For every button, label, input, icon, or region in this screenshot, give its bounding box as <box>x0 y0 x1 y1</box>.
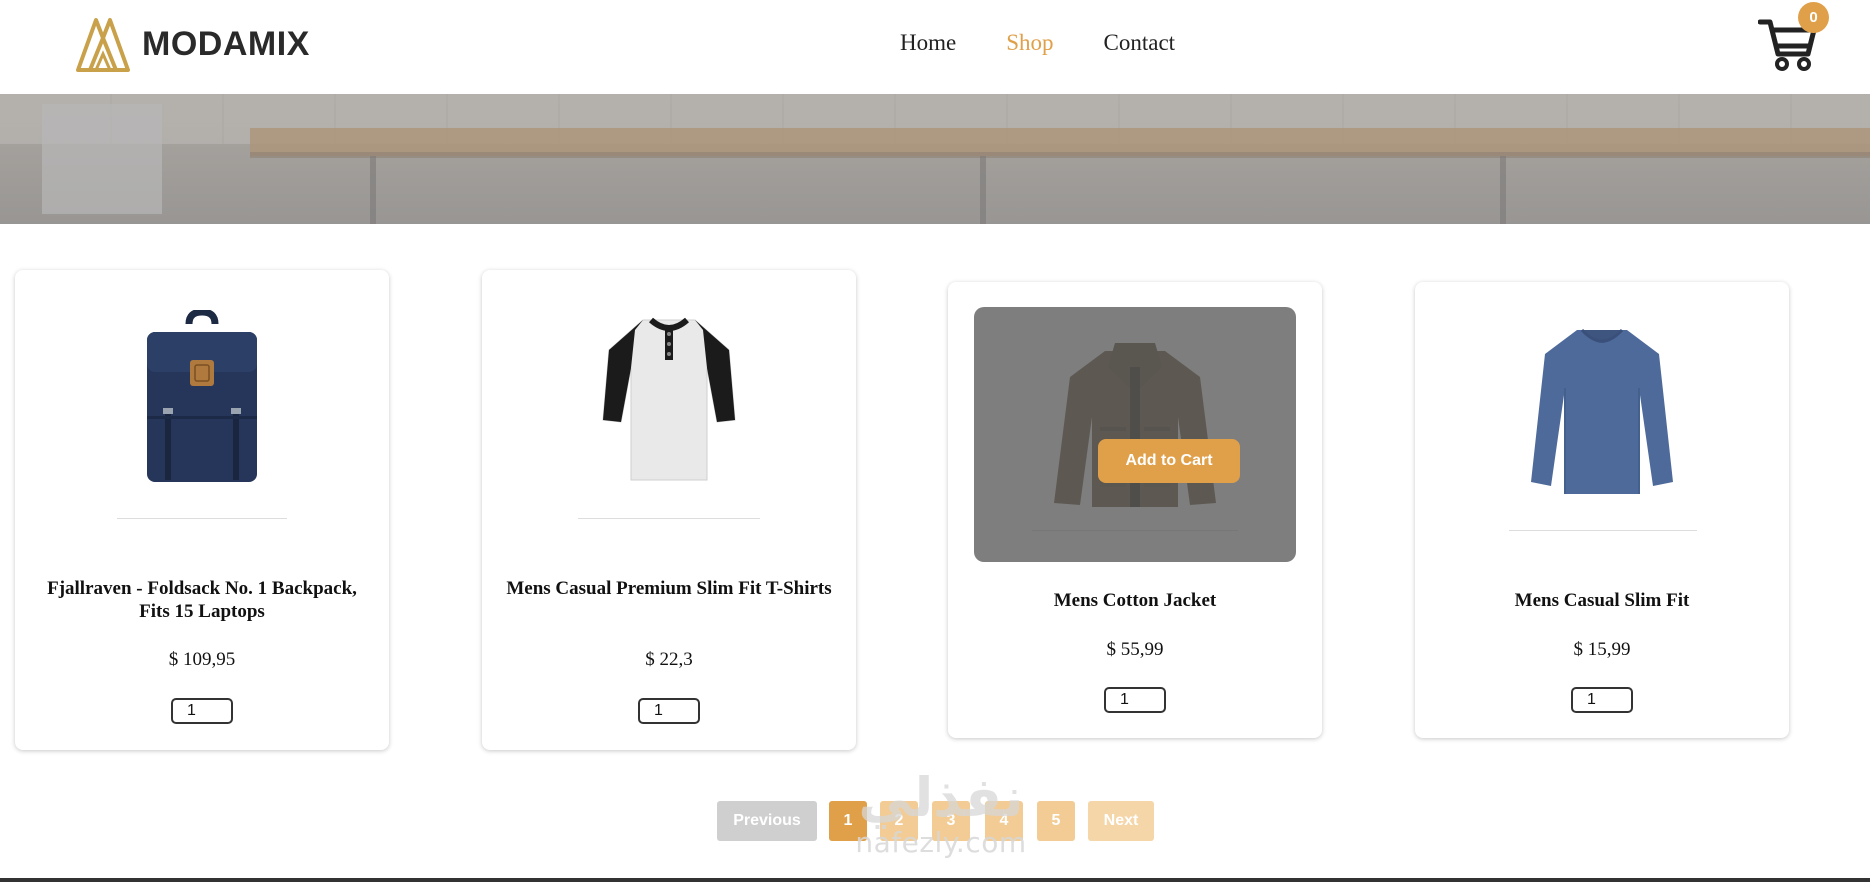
nav-home[interactable]: Home <box>900 30 956 56</box>
page-button-1[interactable]: 1 <box>829 801 867 841</box>
product-price: $ 15,99 <box>1573 639 1631 660</box>
previous-page-button[interactable]: Previous <box>717 801 817 841</box>
quantity-input[interactable] <box>1104 687 1166 713</box>
cart-count-badge: 0 <box>1798 2 1829 33</box>
footer-divider <box>0 878 1870 882</box>
product-card[interactable]: Add to Cart Mens Cotton Jacket $ 55,99 <box>948 282 1322 738</box>
add-to-cart-button[interactable]: Add to Cart <box>1098 439 1240 483</box>
product-title: Mens Cotton Jacket <box>1053 590 1217 611</box>
product-card[interactable]: Mens Casual Slim Fit $ 15,99 <box>1415 282 1789 738</box>
product-image <box>15 310 389 490</box>
product-image <box>482 310 856 490</box>
quantity-input[interactable] <box>1571 687 1633 713</box>
product-price: $ 55,99 <box>1106 639 1164 660</box>
page-button-5[interactable]: 5 <box>1037 801 1075 841</box>
product-title: Mens Casual Premium Slim Fit T-Shirts <box>506 578 832 599</box>
logo-text: MODAMIX <box>142 24 310 63</box>
product-title: Mens Casual Slim Fit <box>1514 590 1690 611</box>
product-image <box>1415 322 1789 502</box>
image-hover-overlay: Add to Cart <box>974 307 1296 562</box>
pagination: Previous 1 2 3 4 5 Next <box>0 801 1870 841</box>
product-price: $ 22,3 <box>645 649 693 670</box>
product-title: Fjallraven - Foldsack No. 1 Backpack, Fi… <box>47 578 357 622</box>
site-header: MODAMIX Home Shop Contact 0 <box>0 0 1870 94</box>
product-card[interactable]: Mens Casual Premium Slim Fit T-Shirts $ … <box>482 270 856 750</box>
nav-shop[interactable]: Shop <box>1006 30 1053 56</box>
page-button-4[interactable]: 4 <box>985 801 1023 841</box>
product-price: $ 109,95 <box>168 649 236 670</box>
hero-banner <box>0 94 1870 224</box>
backpack-icon <box>147 310 257 482</box>
logo-mark-icon <box>76 18 130 72</box>
longsleeve-icon <box>1531 328 1673 494</box>
quantity-input[interactable] <box>638 698 700 724</box>
next-page-button[interactable]: Next <box>1088 801 1154 841</box>
tshirt-icon <box>602 317 736 481</box>
product-card[interactable]: Fjallraven - Foldsack No. 1 Backpack, Fi… <box>15 270 389 750</box>
nav-contact[interactable]: Contact <box>1104 30 1176 56</box>
quantity-input[interactable] <box>171 698 233 724</box>
main-nav: Home Shop Contact <box>900 30 1225 56</box>
page-button-2[interactable]: 2 <box>880 801 918 841</box>
logo[interactable]: MODAMIX <box>74 16 310 72</box>
page-button-3[interactable]: 3 <box>932 801 970 841</box>
